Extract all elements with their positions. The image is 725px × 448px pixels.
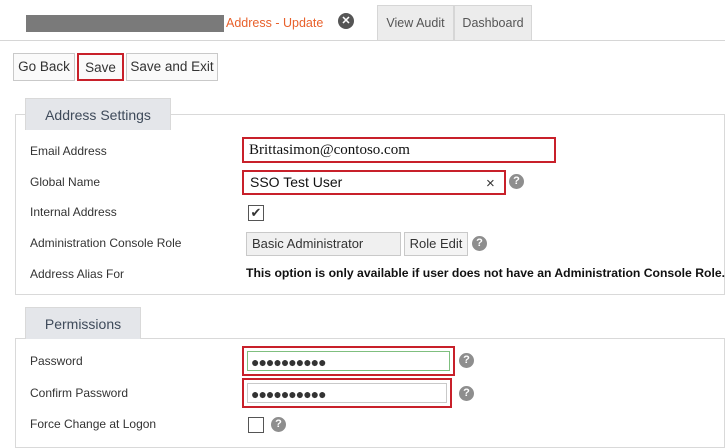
internal-address-label: Internal Address: [30, 205, 117, 219]
email-address-label: Email Address: [30, 144, 107, 158]
tab-dashboard[interactable]: Dashboard: [454, 5, 532, 40]
force-change-checkbox[interactable]: [248, 417, 264, 433]
password-value: ●●●●●●●●●●: [247, 351, 450, 371]
go-back-button[interactable]: Go Back: [13, 53, 75, 81]
clear-icon[interactable]: ×: [486, 175, 495, 192]
help-icon[interactable]: ?: [459, 353, 474, 368]
help-icon[interactable]: ?: [472, 236, 487, 251]
global-name-input[interactable]: SSO Test User: [242, 170, 506, 195]
save-and-exit-button[interactable]: Save and Exit: [126, 53, 218, 81]
tab-address-update[interactable]: Address - Update: [226, 16, 323, 30]
address-alias-note: This option is only available if user do…: [246, 266, 725, 280]
help-icon[interactable]: ?: [459, 386, 474, 401]
confirm-password-label: Confirm Password: [30, 386, 129, 400]
tab-divider: [0, 40, 725, 41]
password-input[interactable]: ●●●●●●●●●●: [242, 346, 455, 376]
global-name-label: Global Name: [30, 175, 101, 189]
force-change-label: Force Change at Logon: [30, 417, 157, 431]
internal-address-checkbox[interactable]: ✔: [248, 205, 264, 221]
admin-console-role-field: Basic Administrator: [246, 232, 401, 256]
role-edit-button[interactable]: Role Edit: [404, 232, 468, 256]
address-settings-title: Address Settings: [25, 98, 171, 130]
permissions-title: Permissions: [25, 307, 141, 339]
help-icon[interactable]: ?: [271, 417, 286, 432]
address-alias-label: Address Alias For: [30, 267, 125, 281]
redacted-area: [26, 15, 224, 32]
close-icon[interactable]: ✕: [338, 13, 354, 29]
help-icon[interactable]: ?: [509, 174, 524, 189]
admin-console-role-label: Administration Console Role: [30, 236, 182, 250]
save-button[interactable]: Save: [77, 53, 124, 81]
confirm-password-value: ●●●●●●●●●●: [247, 383, 447, 403]
password-label: Password: [30, 354, 83, 368]
email-address-input[interactable]: Brittasimon@contoso.com: [242, 137, 556, 163]
tab-view-audit[interactable]: View Audit: [377, 5, 454, 40]
confirm-password-input[interactable]: ●●●●●●●●●●: [242, 378, 452, 408]
